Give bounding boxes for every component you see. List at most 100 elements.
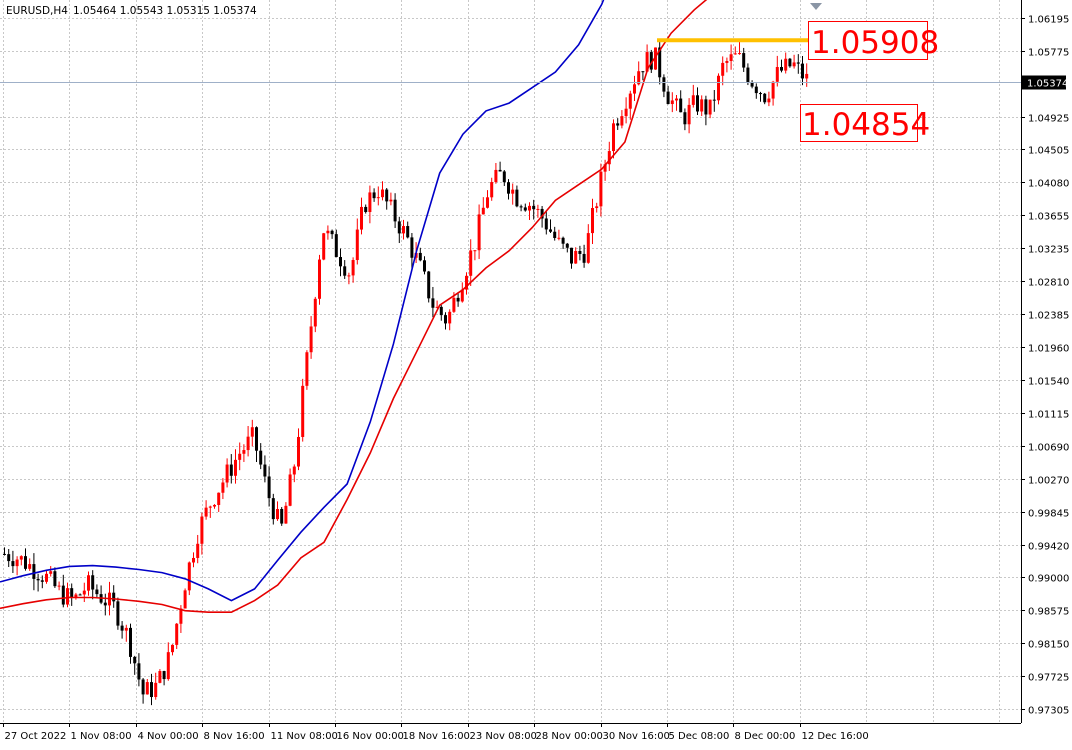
candle[interactable] — [406, 221, 410, 239]
candle[interactable] — [318, 254, 321, 305]
candle[interactable] — [528, 202, 531, 221]
candle[interactable] — [204, 500, 208, 520]
candle[interactable] — [523, 203, 527, 212]
candle[interactable] — [607, 141, 611, 171]
candle[interactable] — [7, 548, 11, 567]
candle[interactable] — [74, 592, 78, 600]
candle[interactable] — [364, 204, 368, 214]
candle[interactable] — [57, 581, 61, 591]
candle[interactable] — [759, 91, 762, 102]
candle[interactable] — [166, 642, 170, 681]
candle[interactable] — [183, 588, 187, 609]
candle[interactable] — [36, 573, 40, 592]
candle[interactable] — [372, 188, 376, 202]
candle[interactable] — [498, 161, 502, 172]
candle[interactable] — [187, 561, 191, 596]
candle[interactable] — [486, 190, 489, 209]
candle[interactable] — [465, 272, 468, 295]
candle[interactable] — [507, 179, 510, 200]
candle[interactable] — [175, 623, 179, 650]
candle[interactable] — [725, 57, 729, 73]
candle[interactable] — [330, 229, 334, 239]
candle[interactable] — [347, 272, 351, 285]
candle[interactable] — [586, 224, 590, 264]
candle[interactable] — [301, 378, 305, 442]
candle[interactable] — [712, 89, 716, 112]
candle[interactable] — [616, 118, 620, 130]
candle[interactable] — [141, 678, 145, 704]
candle[interactable] — [95, 584, 99, 598]
candle[interactable] — [129, 623, 132, 664]
candle[interactable] — [805, 63, 809, 87]
candle[interactable] — [213, 504, 216, 509]
candle[interactable] — [87, 571, 90, 596]
candle[interactable] — [780, 59, 783, 73]
candle[interactable] — [313, 296, 317, 333]
candle[interactable] — [234, 449, 237, 484]
candle[interactable] — [112, 585, 116, 608]
candle[interactable] — [99, 585, 103, 605]
candle[interactable] — [326, 225, 330, 240]
candle[interactable] — [32, 553, 36, 591]
candle[interactable] — [271, 493, 275, 525]
candle[interactable] — [11, 550, 15, 573]
candle[interactable] — [591, 198, 594, 244]
candle[interactable] — [116, 597, 120, 630]
candle[interactable] — [402, 219, 405, 240]
candle[interactable] — [754, 83, 758, 99]
candle[interactable] — [595, 202, 599, 213]
candle[interactable] — [679, 90, 683, 113]
candle[interactable] — [767, 91, 771, 107]
candle[interactable] — [423, 256, 426, 275]
candle[interactable] — [691, 84, 695, 108]
candle[interactable] — [280, 507, 284, 526]
candle[interactable] — [427, 270, 431, 303]
candle[interactable] — [309, 316, 313, 359]
candle[interactable] — [397, 216, 401, 244]
candle[interactable] — [91, 570, 95, 600]
candle[interactable] — [763, 92, 767, 105]
candle[interactable] — [368, 185, 372, 224]
candle[interactable] — [738, 41, 741, 55]
candle[interactable] — [683, 108, 687, 131]
candle[interactable] — [322, 232, 326, 261]
candle[interactable] — [733, 46, 737, 55]
candle[interactable] — [473, 250, 477, 261]
candle[interactable] — [78, 593, 82, 596]
candle[interactable] — [284, 502, 288, 524]
candle[interactable] — [66, 582, 69, 608]
candle[interactable] — [502, 170, 506, 186]
candle[interactable] — [351, 257, 355, 283]
chart-shift-icon[interactable] — [810, 3, 822, 10]
candle[interactable] — [796, 54, 800, 74]
candle[interactable] — [393, 193, 397, 228]
candle[interactable] — [477, 204, 481, 259]
candle[interactable] — [687, 98, 691, 134]
price-chart[interactable]: 1.05374 1.05908 1.04854 1.06195 1.05775 1.04… — [0, 0, 1072, 745]
candle[interactable] — [721, 56, 725, 86]
candle[interactable] — [574, 247, 578, 264]
candle[interactable] — [305, 350, 309, 390]
candle[interactable] — [481, 197, 485, 215]
candle[interactable] — [418, 247, 422, 262]
candle[interactable] — [469, 239, 473, 287]
candle[interactable] — [565, 242, 569, 253]
candle[interactable] — [53, 567, 57, 588]
ma-price-callout[interactable]: 1.04854 — [800, 104, 931, 144]
candle[interactable] — [549, 219, 552, 233]
candle[interactable] — [355, 218, 359, 265]
candle[interactable] — [460, 282, 464, 303]
candle[interactable] — [700, 95, 704, 117]
candle[interactable] — [343, 260, 347, 279]
candle[interactable] — [217, 492, 221, 512]
candle[interactable] — [297, 428, 300, 471]
candle[interactable] — [267, 466, 271, 507]
candle[interactable] — [162, 670, 166, 686]
candle[interactable] — [511, 183, 515, 205]
candle[interactable] — [82, 582, 86, 603]
candle[interactable] — [133, 655, 137, 675]
candle[interactable] — [15, 556, 19, 576]
candle[interactable] — [124, 624, 128, 642]
candle[interactable] — [120, 621, 124, 639]
candle[interactable] — [490, 177, 494, 201]
